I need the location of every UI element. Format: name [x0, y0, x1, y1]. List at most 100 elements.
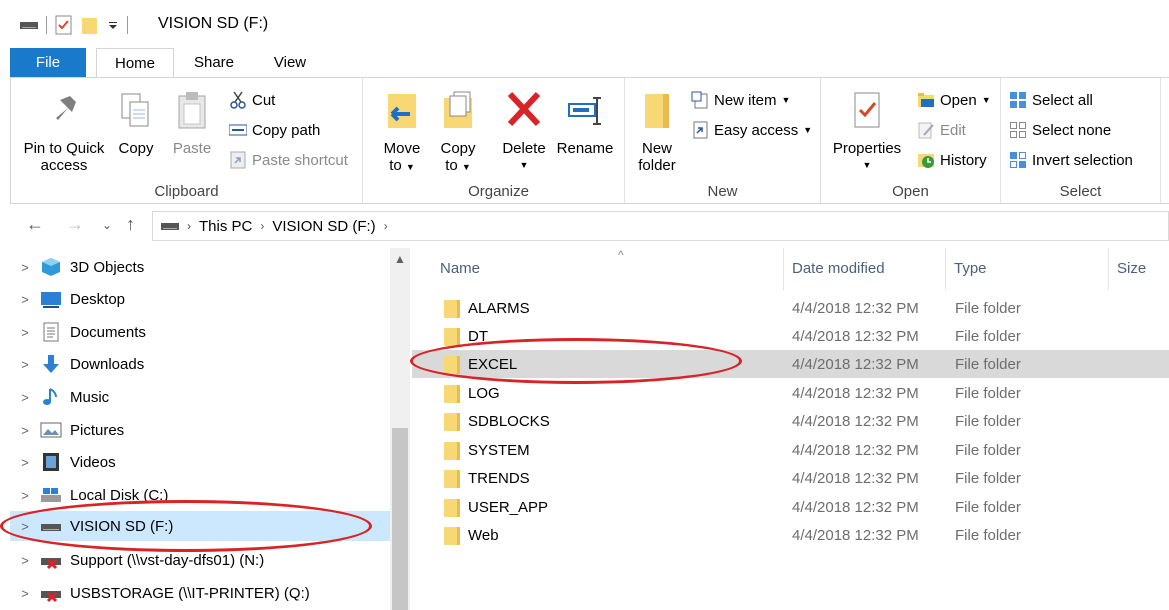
- paste-button[interactable]: Paste: [166, 90, 218, 157]
- column-header-date[interactable]: Date modified: [784, 248, 946, 290]
- file-row-excel[interactable]: EXCEL 4/4/2018 12:32 PM File folder: [412, 350, 1169, 378]
- column-header-name[interactable]: Name ^: [432, 248, 784, 290]
- chevron-down-icon: ▼: [781, 95, 791, 105]
- file-row-web[interactable]: Web 4/4/2018 12:32 PM File folder: [412, 521, 1169, 549]
- recent-locations-chevron-icon[interactable]: ⌄: [102, 218, 112, 232]
- invert-selection-button[interactable]: Invert selection: [1009, 148, 1133, 172]
- expand-chevron-icon[interactable]: >: [10, 292, 40, 307]
- select-none-button[interactable]: Select none: [1009, 118, 1111, 142]
- move-to-label: Move: [383, 140, 421, 157]
- new-item-button[interactable]: New item ▼: [691, 88, 790, 112]
- folder-icon: [444, 468, 460, 488]
- properties-icon[interactable]: [55, 15, 73, 35]
- new-folder-icon[interactable]: [81, 15, 99, 35]
- column-header-label: Type: [954, 260, 987, 277]
- column-header-size[interactable]: Size: [1109, 248, 1169, 290]
- expand-chevron-icon[interactable]: >: [10, 260, 40, 275]
- cut-button[interactable]: Cut: [229, 88, 275, 112]
- column-header-label: Name: [440, 260, 481, 277]
- open-button[interactable]: Open ▼: [917, 88, 991, 112]
- file-name: Web: [468, 526, 499, 544]
- nav-item-vision-sd[interactable]: > VISION SD (F:): [10, 511, 390, 541]
- expand-chevron-icon[interactable]: >: [10, 488, 40, 503]
- customize-dropdown-icon[interactable]: [107, 19, 119, 31]
- history-button[interactable]: History: [917, 148, 987, 172]
- file-row-dt[interactable]: DT 4/4/2018 12:32 PM File folder: [412, 322, 1169, 350]
- file-row-user-app[interactable]: USER_APP 4/4/2018 12:32 PM File folder: [412, 493, 1169, 521]
- nav-item-documents[interactable]: > Documents: [10, 317, 390, 347]
- nav-item-pictures[interactable]: > Pictures: [10, 415, 390, 445]
- copy-to-label-2: to: [445, 157, 458, 174]
- up-arrow-icon[interactable]: ↑: [126, 214, 135, 235]
- folder-icon: [444, 440, 460, 460]
- back-arrow-icon[interactable]: ←: [26, 214, 44, 235]
- expand-chevron-icon[interactable]: >: [10, 553, 40, 568]
- edit-button[interactable]: Edit: [917, 118, 966, 142]
- pin-to-quick-access-button[interactable]: Pin to Quick access: [19, 90, 109, 174]
- select-all-button[interactable]: Select all: [1009, 88, 1093, 112]
- network-drive-disconnected-icon: [41, 591, 61, 603]
- rename-icon: [568, 97, 601, 125]
- drive-icon: [161, 223, 179, 230]
- forward-arrow-icon[interactable]: →: [66, 214, 84, 235]
- breadcrumb-vision-sd[interactable]: VISION SD (F:): [272, 218, 375, 235]
- file-name: DT: [468, 327, 488, 345]
- move-to-button[interactable]: Move to ▼: [377, 90, 427, 176]
- address-bar[interactable]: › This PC › VISION SD (F:) ›: [152, 211, 1169, 241]
- paste-shortcut-button[interactable]: Paste shortcut: [229, 148, 348, 172]
- scroll-thumb[interactable]: [392, 428, 408, 610]
- expand-chevron-icon[interactable]: >: [10, 390, 40, 405]
- nav-item-support-drive[interactable]: > Support (\\vst-day-dfs01) (N:): [10, 545, 390, 575]
- nav-item-label: Videos: [70, 453, 116, 471]
- file-type: File folder: [955, 299, 1021, 317]
- easy-access-button[interactable]: Easy access ▼: [691, 118, 812, 142]
- tab-view[interactable]: View: [254, 48, 326, 78]
- column-header-label: Size: [1117, 260, 1147, 277]
- tab-home[interactable]: Home: [96, 48, 174, 78]
- expand-chevron-icon[interactable]: >: [10, 325, 40, 340]
- pin-label: Pin to Quick: [23, 140, 105, 157]
- nav-item-videos[interactable]: > Videos: [10, 447, 390, 477]
- open-group-label: Open: [892, 183, 929, 200]
- file-name: SYSTEM: [468, 441, 530, 459]
- file-row-system[interactable]: SYSTEM 4/4/2018 12:32 PM File folder: [412, 436, 1169, 464]
- videos-icon: [43, 453, 59, 471]
- copy-to-button[interactable]: Copy to ▼: [433, 90, 483, 176]
- nav-item-usbstorage-drive[interactable]: > USBSTORAGE (\\IT-PRINTER) (Q:): [10, 578, 390, 608]
- nav-item-downloads[interactable]: > Downloads: [10, 349, 390, 379]
- breadcrumb-this-pc[interactable]: This PC: [199, 218, 252, 235]
- copy-path-icon: [229, 124, 247, 136]
- expand-chevron-icon[interactable]: >: [10, 357, 40, 372]
- expand-chevron-icon[interactable]: >: [10, 455, 40, 470]
- copy-path-button[interactable]: Copy path: [229, 118, 320, 142]
- new-folder-button[interactable]: New folder: [631, 90, 683, 174]
- nav-item-local-disk[interactable]: > Local Disk (C:): [10, 480, 390, 510]
- column-header-type[interactable]: Type: [946, 248, 1109, 290]
- expand-chevron-icon[interactable]: >: [10, 423, 40, 438]
- delete-button[interactable]: Delete ▼: [495, 90, 553, 174]
- nav-item-music[interactable]: > Music: [10, 382, 390, 412]
- rename-button[interactable]: Rename: [553, 90, 617, 157]
- properties-button[interactable]: Properties ▼: [827, 90, 907, 174]
- file-row-alarms[interactable]: ALARMS 4/4/2018 12:32 PM File folder: [412, 294, 1169, 322]
- paste-label: Paste: [172, 140, 212, 157]
- file-row-trends[interactable]: TRENDS 4/4/2018 12:32 PM File folder: [412, 464, 1169, 492]
- tab-share[interactable]: Share: [174, 48, 254, 78]
- file-date: 4/4/2018 12:32 PM: [792, 441, 919, 459]
- column-header-label: Date modified: [792, 260, 885, 277]
- nav-item-desktop[interactable]: > Desktop: [10, 284, 390, 314]
- nav-item-3d-objects[interactable]: > 3D Objects: [10, 252, 390, 282]
- expand-chevron-icon[interactable]: >: [10, 586, 40, 601]
- scroll-up-icon[interactable]: ▲: [390, 252, 410, 266]
- expand-chevron-icon[interactable]: >: [10, 519, 40, 534]
- copy-button[interactable]: Copy: [111, 90, 161, 157]
- folder-icon: [444, 298, 460, 318]
- folder-icon: [444, 497, 460, 517]
- tab-file[interactable]: File: [10, 48, 86, 78]
- file-row-sdblocks[interactable]: SDBLOCKS 4/4/2018 12:32 PM File folder: [412, 407, 1169, 435]
- pictures-icon: [40, 422, 62, 438]
- pin-label-2: access: [40, 157, 88, 174]
- nav-scrollbar[interactable]: ▲: [390, 248, 410, 610]
- file-row-log[interactable]: LOG 4/4/2018 12:32 PM File folder: [412, 379, 1169, 407]
- file-date: 4/4/2018 12:32 PM: [792, 469, 919, 487]
